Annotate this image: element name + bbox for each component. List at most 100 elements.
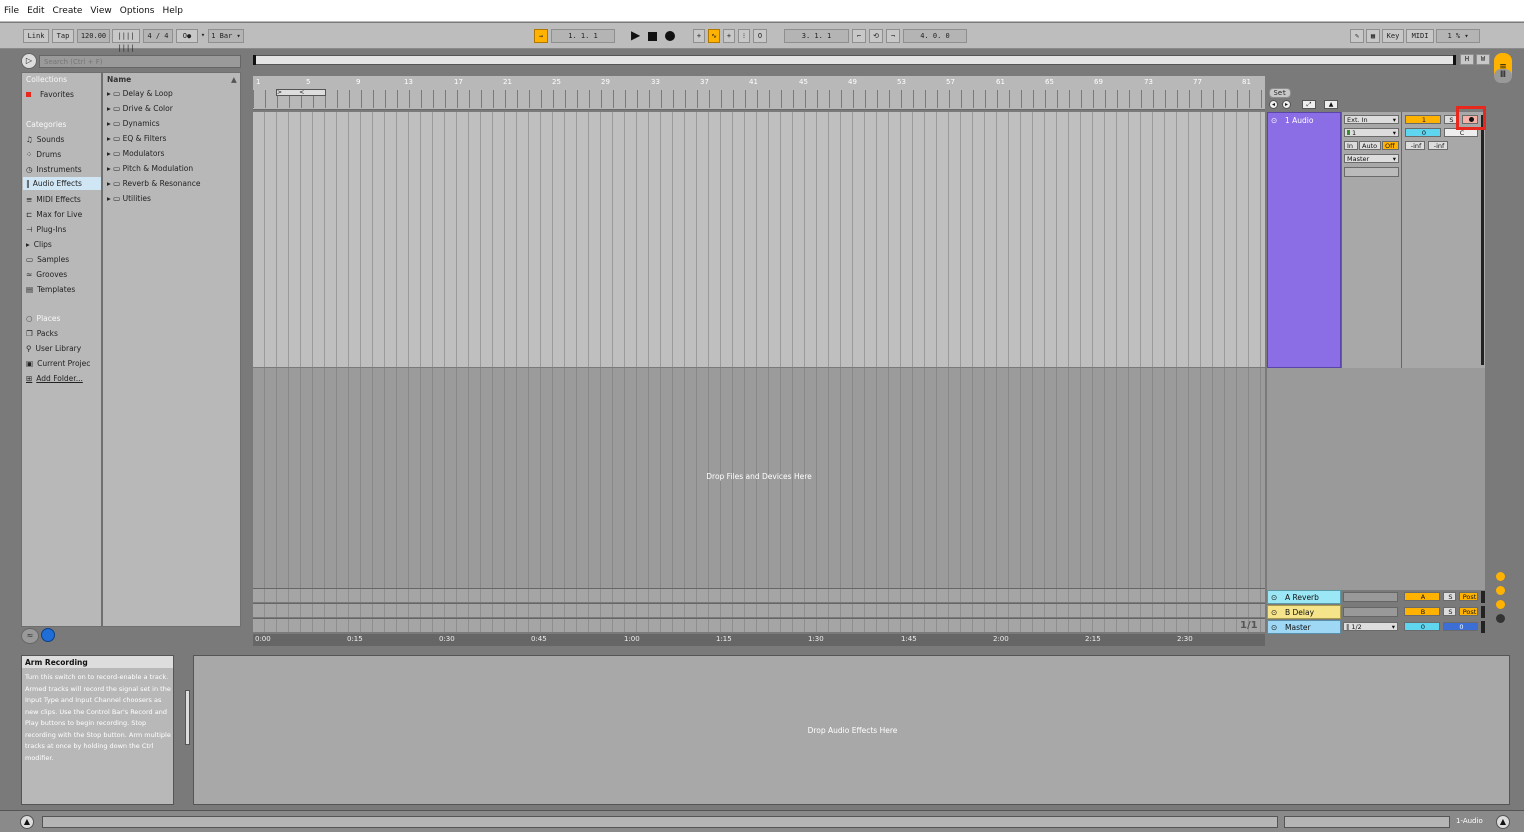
monitor-off-button[interactable]: Off: [1382, 141, 1399, 150]
detail-view-toggle-icon[interactable]: ▲: [1496, 815, 1510, 829]
groove-pool-icon[interactable]: ≈: [21, 628, 39, 644]
sidebar-item-grooves[interactable]: ≈ Grooves: [26, 270, 67, 279]
loop-start[interactable]: 3. 1. 1: [784, 29, 849, 43]
capture-midi-icon[interactable]: ⁝: [738, 29, 750, 43]
sidebar-item-instruments[interactable]: ◷ Instruments: [26, 165, 82, 174]
time-signature[interactable]: 4 / 4: [143, 29, 173, 43]
return-b-activator[interactable]: B: [1404, 607, 1440, 616]
sidebar-item-sounds[interactable]: ♫ Sounds: [26, 135, 64, 144]
set-locator-button[interactable]: Set: [1269, 88, 1291, 98]
track-fold-icon[interactable]: ⊙: [1271, 116, 1277, 125]
mixer-toggle-icon[interactable]: [1496, 614, 1505, 623]
record-icon[interactable]: [665, 31, 675, 41]
folder-reverb-resonance[interactable]: ▸ ▭ Reverb & Resonance: [107, 179, 200, 188]
session-record-icon[interactable]: O: [753, 29, 767, 43]
input-type-chooser[interactable]: Ext. In ▾: [1344, 115, 1399, 124]
sidebar-item-samples[interactable]: ▭ Samples: [26, 255, 69, 264]
midi-map-button[interactable]: MIDI: [1406, 29, 1434, 43]
audio-track-header[interactable]: ⊙ 1 Audio: [1267, 112, 1341, 368]
key-map-button[interactable]: Key: [1382, 29, 1404, 43]
output-chooser[interactable]: Master ▾: [1344, 154, 1399, 163]
automation-arm-icon[interactable]: ∿: [708, 29, 720, 43]
monitor-in-button[interactable]: In: [1344, 141, 1358, 150]
tap-button[interactable]: Tap: [52, 29, 74, 43]
song-position[interactable]: 1. 1. 1: [551, 29, 615, 43]
return-a-io[interactable]: [1343, 592, 1398, 602]
track-fold-icon[interactable]: ⊙: [1271, 593, 1277, 602]
return-b-name[interactable]: B Delay: [1285, 608, 1314, 617]
track-fold-icon[interactable]: ⊙: [1271, 623, 1277, 632]
track-fold-icon[interactable]: ⊙: [1271, 608, 1277, 617]
return-b-header[interactable]: ⊙ B Delay: [1267, 605, 1341, 619]
menu-file[interactable]: File: [4, 6, 19, 16]
audio-track-name[interactable]: 1 Audio: [1285, 116, 1313, 125]
master-name[interactable]: Master: [1285, 623, 1311, 632]
return-b-solo[interactable]: S: [1443, 607, 1456, 616]
name-column-header[interactable]: Name: [107, 75, 131, 84]
sidebar-item-packs[interactable]: ❐ Packs: [26, 329, 58, 338]
browser-search-input[interactable]: [39, 55, 241, 68]
sidebar-item-current-project[interactable]: ▣ Current Projec: [26, 359, 90, 368]
session-view-icon[interactable]: Ⅲ: [1494, 69, 1512, 83]
menu-help[interactable]: Help: [163, 6, 184, 16]
cpu-meter[interactable]: 1 % ▾: [1436, 29, 1480, 43]
follow-icon[interactable]: →: [534, 29, 548, 43]
menu-view[interactable]: View: [90, 6, 111, 16]
overdub-icon[interactable]: +: [693, 29, 705, 43]
browser-toggle-icon[interactable]: ▷: [21, 53, 37, 69]
computer-keyboard-icon[interactable]: ▦: [1366, 29, 1380, 43]
return-b-io[interactable]: [1343, 607, 1398, 617]
folder-eq-filters[interactable]: ▸ ▭ EQ & Filters: [107, 134, 166, 143]
punch-in-icon[interactable]: ⌐: [852, 29, 866, 43]
folder-drive-color[interactable]: ▸ ▭ Drive & Color: [107, 104, 173, 113]
unfold-tracks-icon[interactable]: ⤢: [1302, 100, 1316, 109]
output-channel-chooser[interactable]: [1344, 167, 1399, 177]
lock-icon[interactable]: ▲: [1324, 100, 1338, 109]
loop-switch-icon[interactable]: ⟲: [869, 29, 883, 43]
tempo-field[interactable]: 120.00: [77, 29, 110, 43]
return-a-activator[interactable]: A: [1404, 592, 1440, 601]
sidebar-item-audio-effects[interactable]: ‖ Audio Effects: [23, 177, 101, 190]
folder-dynamics[interactable]: ▸ ▭ Dynamics: [107, 119, 160, 128]
folder-pitch-modulation[interactable]: ▸ ▭ Pitch & Modulation: [107, 164, 193, 173]
sidebar-item-clips[interactable]: ▸ Clips: [26, 240, 52, 249]
play-icon[interactable]: ▶: [631, 28, 640, 42]
io-toggle-icon[interactable]: [1496, 572, 1505, 581]
w-button[interactable]: W: [1476, 54, 1490, 65]
folder-delay-loop[interactable]: ▸ ▭ Delay & Loop: [107, 89, 173, 98]
device-splitter-handle[interactable]: [185, 690, 190, 745]
browser-preview-icon[interactable]: [41, 628, 55, 642]
metronome-menu-icon[interactable]: ▾: [200, 29, 206, 43]
loop-length[interactable]: 4. 0. 0: [903, 29, 967, 43]
metronome-button[interactable]: O●: [176, 29, 198, 43]
sidebar-item-max-for-live[interactable]: ⊏ Max for Live: [26, 210, 82, 219]
track-activator-button[interactable]: 1: [1405, 115, 1441, 124]
info-view-toggle-icon[interactable]: ▲: [20, 815, 34, 829]
time-ruler[interactable]: 0:00 0:15 0:30 0:45 1:00 1:15 1:30 1:45 …: [253, 634, 1265, 646]
input-channel-chooser[interactable]: 1 ▾: [1344, 128, 1399, 137]
return-a-post[interactable]: Post: [1459, 592, 1478, 601]
device-view[interactable]: Drop Audio Effects Here: [193, 655, 1510, 805]
drop-area[interactable]: Drop Files and Devices Here: [253, 368, 1265, 588]
draw-mode-icon[interactable]: ✎: [1350, 29, 1364, 43]
master-lane[interactable]: [253, 618, 1265, 632]
next-locator-icon[interactable]: ▸: [1282, 100, 1291, 109]
sidebar-item-drums[interactable]: ⁘ Drums: [26, 150, 61, 159]
sidebar-item-midi-effects[interactable]: ≡ MIDI Effects: [26, 195, 81, 204]
link-button[interactable]: Link: [23, 29, 49, 43]
sidebar-item-templates[interactable]: ▤ Templates: [26, 285, 75, 294]
menu-options[interactable]: Options: [120, 6, 155, 16]
loop-brace[interactable]: > <: [276, 89, 326, 96]
sort-icon[interactable]: ▲: [231, 75, 237, 84]
punch-out-icon[interactable]: ¬: [886, 29, 900, 43]
folder-modulators[interactable]: ▸ ▭ Modulators: [107, 149, 164, 158]
previous-locator-icon[interactable]: ◂: [1269, 100, 1278, 109]
audio-track-lane[interactable]: [253, 112, 1265, 367]
mixer-empty-area[interactable]: [1267, 368, 1485, 590]
h-button[interactable]: H: [1460, 54, 1474, 65]
master-header[interactable]: ⊙ Master: [1267, 620, 1341, 634]
master-pan-field[interactable]: 0: [1443, 622, 1478, 631]
beat-time-ruler[interactable]: > < 1 5 9 13 17 21 25 29 33 37 41 45 49 …: [253, 76, 1265, 110]
menu-create[interactable]: Create: [53, 6, 83, 16]
quantize-menu[interactable]: 1 Bar ▾: [208, 29, 244, 43]
